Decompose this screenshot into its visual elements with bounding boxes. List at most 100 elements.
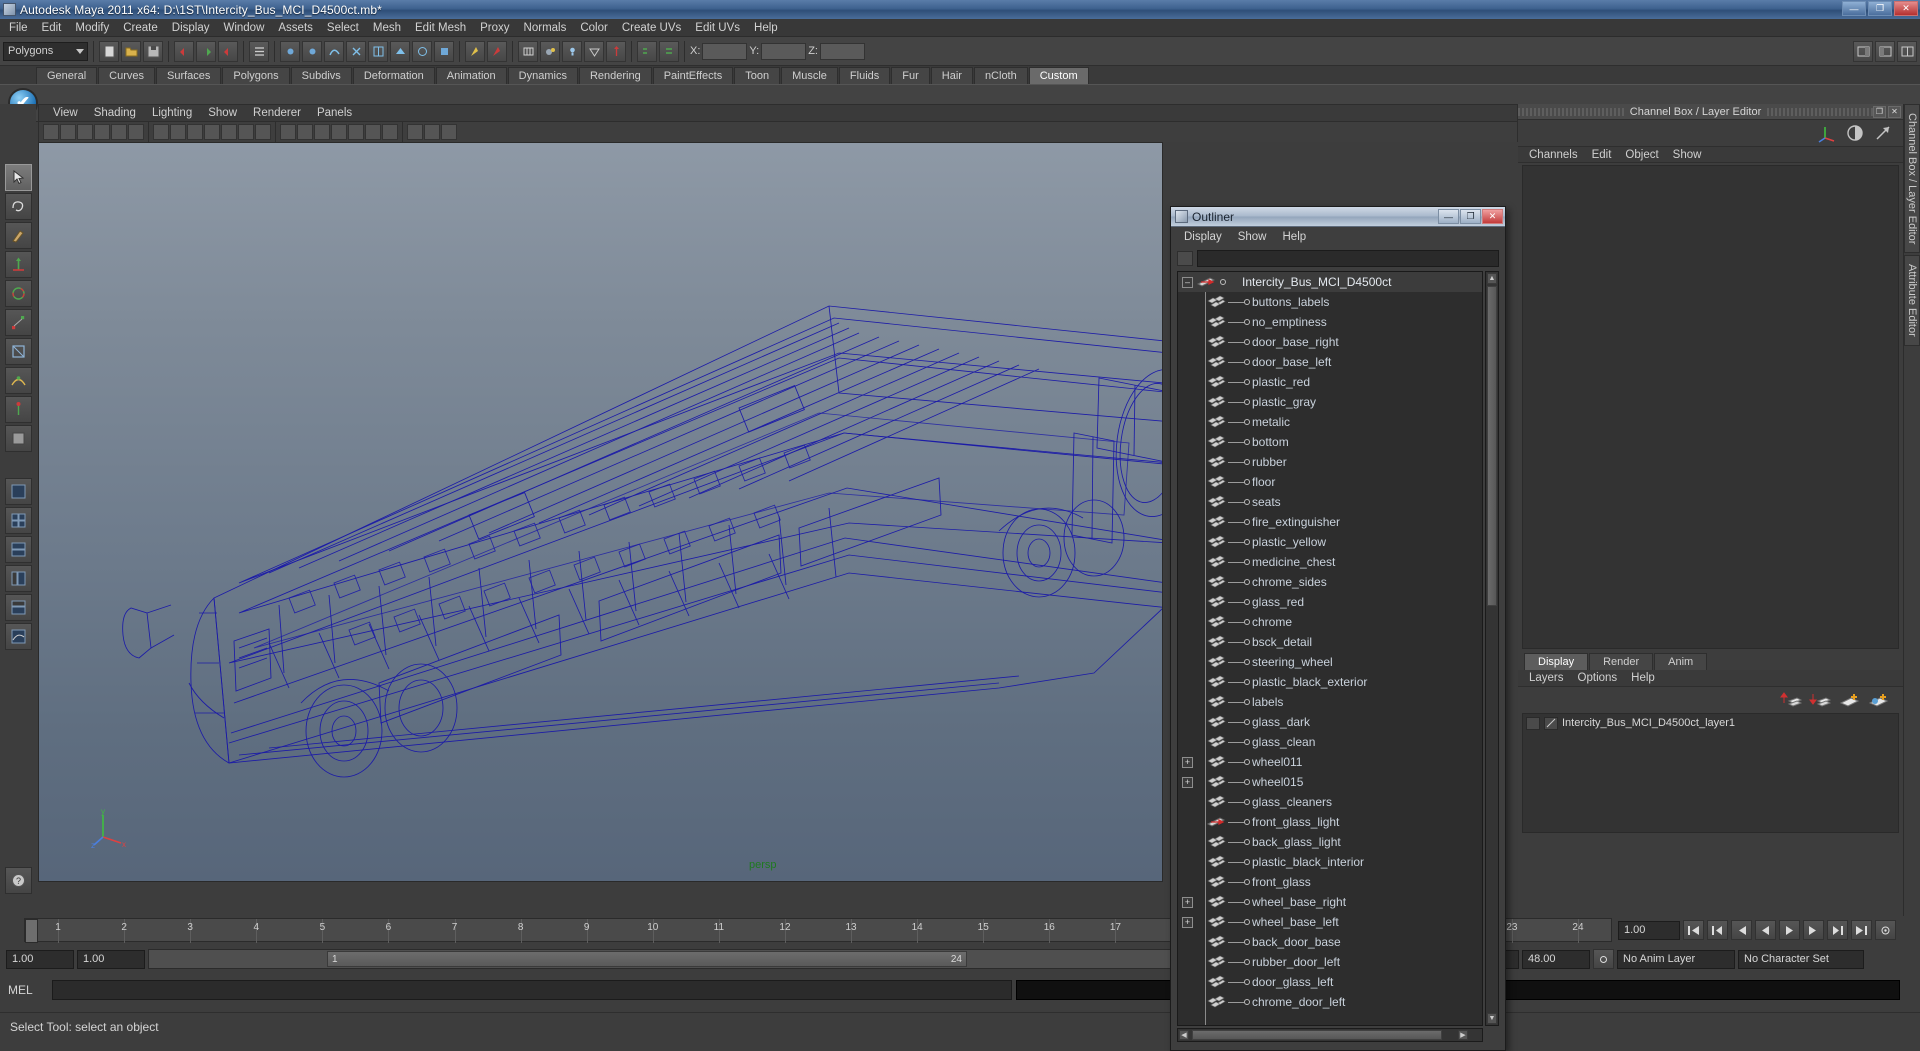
transform-y-input[interactable] (761, 42, 807, 60)
expand-icon[interactable]: + (1182, 776, 1193, 788)
bus-wireframe-model[interactable] (39, 143, 1163, 882)
shelf-tab-curves[interactable]: Curves (98, 67, 155, 84)
collapse-icon[interactable]: – (1182, 276, 1193, 288)
outliner-item[interactable]: metalic (1178, 412, 1482, 432)
menu-item-modify[interactable]: Modify (68, 21, 116, 35)
step-back-key-button[interactable] (1707, 920, 1728, 940)
layer-menu-layers[interactable]: Layers (1522, 672, 1571, 684)
resolution-gate-icon[interactable] (187, 124, 203, 140)
step-forward-frame-button[interactable] (1803, 920, 1824, 940)
outliner-vscroll-thumb[interactable] (1487, 286, 1497, 606)
menu-item-normals[interactable]: Normals (517, 21, 574, 35)
universal-manipulator-button[interactable] (4, 338, 32, 365)
shelf-tab-toon[interactable]: Toon (734, 67, 781, 84)
shelf-tab-deformation[interactable]: Deformation (352, 67, 435, 84)
shelf-tab-animation[interactable]: Animation (435, 67, 507, 84)
expand-icon[interactable]: + (1182, 756, 1193, 768)
search-icon[interactable] (1177, 250, 1193, 266)
play-forwards-button[interactable] (1779, 920, 1800, 940)
shelf-tab-rendering[interactable]: Rendering (578, 67, 652, 84)
outliner-item[interactable]: + wheel011 (1178, 752, 1482, 772)
outliner-item[interactable]: medicine_chest (1178, 552, 1482, 572)
outliner-item[interactable]: front_glass (1178, 872, 1482, 892)
shaded-wireframe-icon[interactable] (331, 124, 347, 140)
arrow-up-right-icon[interactable] (1873, 123, 1893, 143)
normals-icon[interactable] (606, 40, 626, 62)
shelf-tab-subdivs[interactable]: Subdivs (290, 67, 352, 84)
outliner-menu-display[interactable]: Display (1176, 231, 1230, 243)
shelf-tab-surfaces[interactable]: Surfaces (155, 67, 222, 84)
outliner-close-button[interactable]: ✕ (1482, 209, 1503, 224)
safe-title-icon[interactable] (255, 124, 271, 140)
layer-row[interactable]: Intercity_Bus_MCI_D4500ct_layer1 (1523, 714, 1898, 732)
outliner-item[interactable]: plastic_gray (1178, 392, 1482, 412)
vtab-channel-box-layer-editor[interactable]: Channel Box / Layer Editor (1904, 104, 1920, 254)
layer-tab-anim[interactable]: Anim (1654, 653, 1708, 670)
range-end-field[interactable]: 48.00 (1522, 949, 1590, 969)
expand-icon[interactable]: + (1182, 916, 1193, 928)
channel-box-close-button[interactable]: ✕ (1888, 105, 1901, 118)
vtab-attribute-editor[interactable]: Attribute Editor (1904, 255, 1920, 347)
anim-layer-selector[interactable]: No Anim Layer (1617, 949, 1735, 969)
show-hide-sidebar-icon[interactable] (1853, 40, 1873, 62)
menu-item-select[interactable]: Select (320, 21, 366, 35)
layer-tab-render[interactable]: Render (1589, 653, 1654, 670)
outliner-item[interactable]: plastic_red (1178, 372, 1482, 392)
expand-icon[interactable]: + (1182, 896, 1193, 908)
outliner-item[interactable]: door_base_right (1178, 332, 1482, 352)
camera-attributes-icon[interactable] (77, 124, 93, 140)
outliner-item-list[interactable]: – Intercity_Bus_MCI_D4500ct buttons_labels… (1177, 271, 1483, 1026)
new-layer-from-selected-icon[interactable] (1867, 691, 1889, 709)
outliner-item[interactable]: back_glass_light (1178, 832, 1482, 852)
outliner-item[interactable]: steering_wheel (1178, 652, 1482, 672)
menu-item-proxy[interactable]: Proxy (473, 21, 516, 35)
menu-item-edit-uvs[interactable]: Edit UVs (688, 21, 747, 35)
viewport-menu-show[interactable]: Show (200, 107, 245, 119)
light-icon[interactable] (562, 40, 582, 62)
outliner-item[interactable]: back_door_base (1178, 932, 1482, 952)
film-gate-icon[interactable] (170, 124, 186, 140)
undo-button[interactable] (174, 40, 194, 62)
move-tool-button[interactable] (4, 251, 32, 278)
grid-toggle-icon[interactable] (153, 124, 169, 140)
outliner-item[interactable]: door_glass_left (1178, 972, 1482, 992)
panel-drag-grip-right[interactable] (1767, 107, 1873, 116)
outliner-item[interactable]: plastic_black_exterior (1178, 672, 1482, 692)
object-shading-icon[interactable] (584, 40, 604, 62)
shelf-tab-muscle[interactable]: Muscle (781, 67, 838, 84)
menu-item-edit[interactable]: Edit (35, 21, 69, 35)
close-button[interactable]: ✕ (1894, 1, 1918, 16)
layer-visibility-toggle[interactable] (1526, 716, 1540, 730)
layer-name[interactable]: Intercity_Bus_MCI_D4500ct_layer1 (1562, 717, 1735, 729)
menu-item-display[interactable]: Display (165, 21, 217, 35)
menu-item-color[interactable]: Color (573, 21, 614, 35)
outliner-item[interactable]: plastic_black_interior (1178, 852, 1482, 872)
range-start-field[interactable]: 1.00 (6, 949, 74, 969)
outliner-item[interactable]: labels (1178, 692, 1482, 712)
play-backwards-button[interactable] (1755, 920, 1776, 940)
outliner-item[interactable]: no_emptiness (1178, 312, 1482, 332)
maximize-button[interactable]: ❐ (1868, 1, 1892, 16)
xray-joints-icon[interactable] (424, 124, 440, 140)
selection-mode-hierarchy-icon[interactable] (249, 40, 269, 62)
current-frame-field[interactable]: 1.00 (1618, 920, 1680, 940)
hypershade-icon[interactable] (540, 40, 560, 62)
rotate-tool-button[interactable] (4, 280, 32, 307)
menuset-selector[interactable]: Polygons (3, 41, 88, 61)
render-current-frame-icon[interactable] (465, 40, 485, 62)
snap-to-view-plane-icon[interactable] (390, 40, 410, 62)
layer-type-toggle[interactable] (1544, 716, 1558, 730)
wireframe-shading-icon[interactable] (280, 124, 296, 140)
half-circle-icon[interactable] (1845, 123, 1865, 143)
outliner-item[interactable]: front_glass_light (1178, 812, 1482, 832)
shelf-tab-painteffects[interactable]: PaintEffects (652, 67, 734, 84)
layout-hypershade-button[interactable] (4, 594, 32, 621)
outliner-item[interactable]: glass_red (1178, 592, 1482, 612)
auto-key-button[interactable] (1593, 949, 1614, 969)
xray-icon[interactable] (407, 124, 423, 140)
viewport-menu-view[interactable]: View (45, 107, 86, 119)
construction-history-icon[interactable] (434, 40, 454, 62)
snap-to-point-icon[interactable] (346, 40, 366, 62)
layer-menu-options[interactable]: Options (1571, 672, 1625, 684)
shelf-tab-hair[interactable]: Hair (930, 67, 973, 84)
